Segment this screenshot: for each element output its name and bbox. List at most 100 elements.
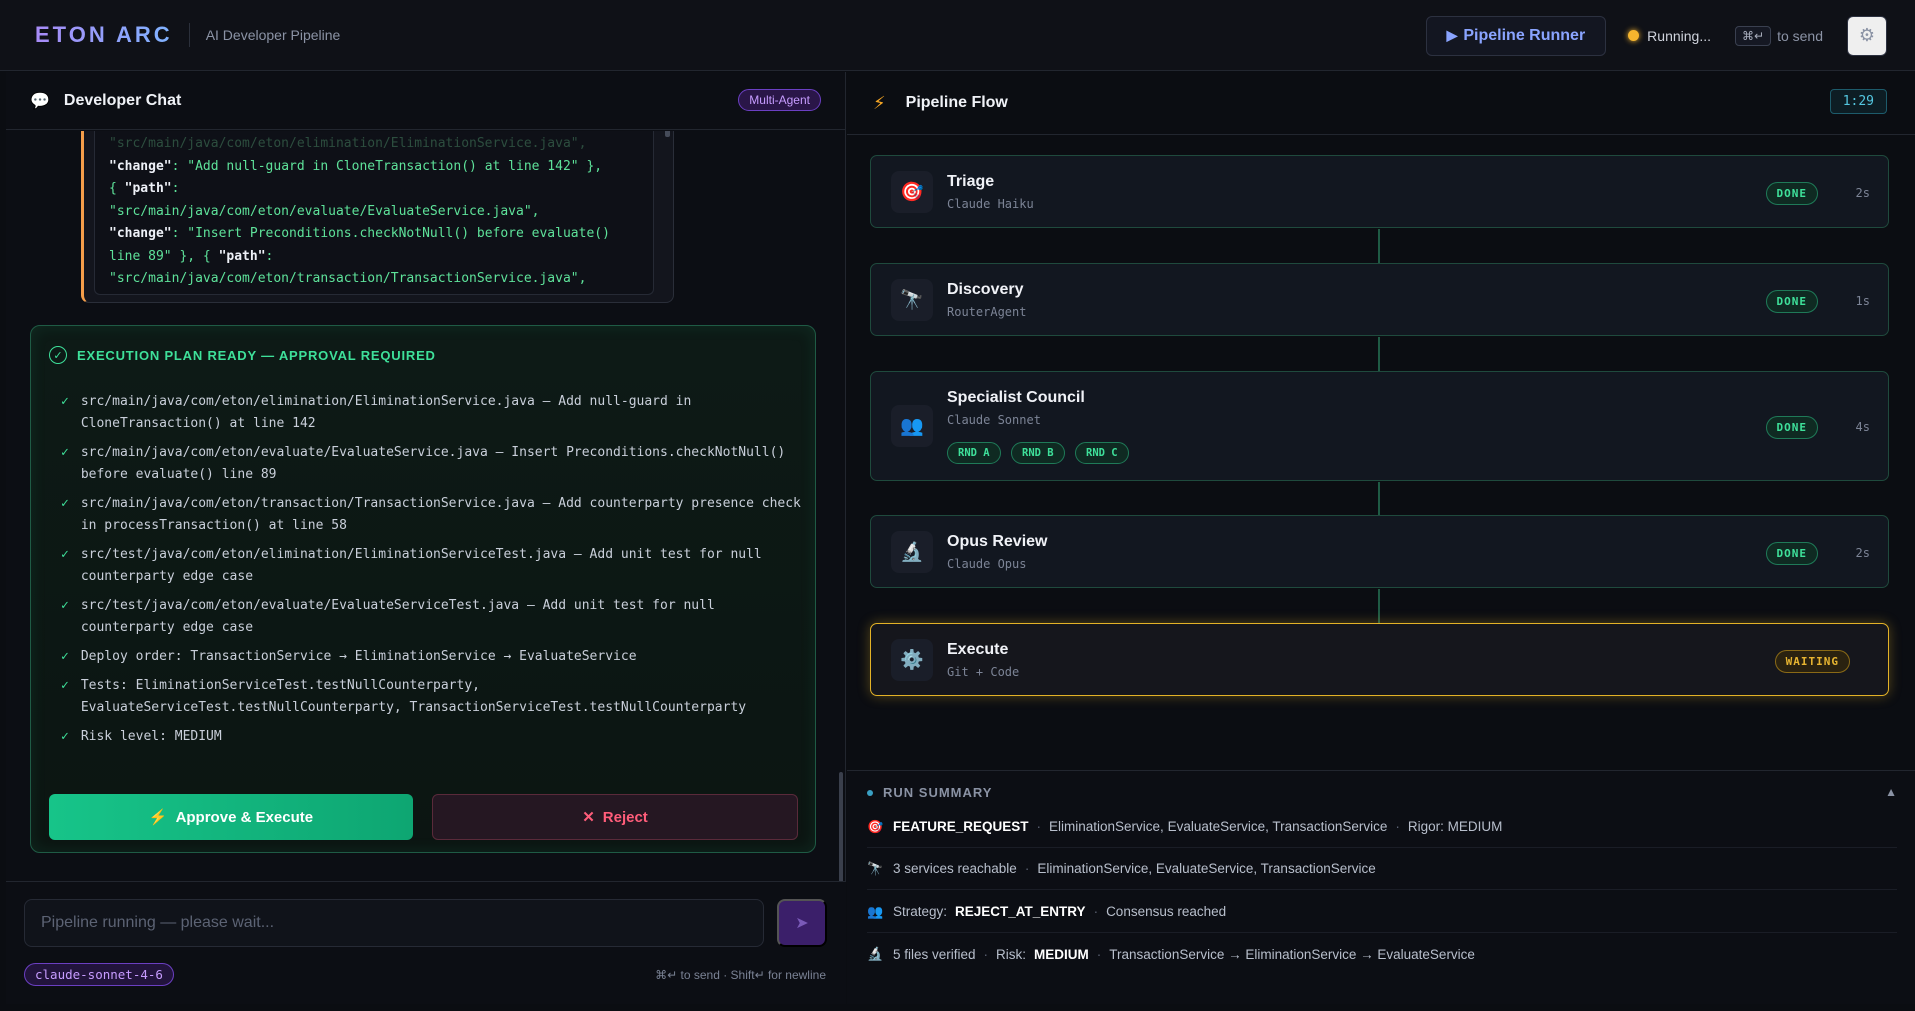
code-block[interactable]: "src/main/java/com/eton/elimination/Elim… [94,131,654,295]
pipeline-flow-panel: ⚡ Pipeline Flow 1:29 🎯 Triage Claude Haiku… [847,72,1915,1004]
plan-item: ✓ src/test/java/com/eton/elimination/Elim… [61,544,801,588]
run-summary: RUN SUMMARY ▲ 🎯 FEATURE_REQUEST · Eliminati… [847,770,1915,1004]
stage-model: Git + Code [947,665,1020,679]
brand-subtitle: AI Developer Pipeline [205,27,341,43]
plan-item: ✓ src/main/java/com/eton/transaction/Tran… [61,493,801,537]
brand-divider [188,23,190,47]
summary-highlight: FEATURE_REQUEST [893,819,1029,834]
plan-items: ✓ src/main/java/com/eton/elimination/Elim… [61,391,801,755]
shortcut-key: ⌘↵ [1735,25,1772,46]
target-icon: 🎯 [891,171,933,213]
code-message-card: "src/main/java/com/eton/elimination/Elim… [81,131,674,303]
multi-agent-badge: Multi-Agent [738,89,821,111]
status-dot-icon [1628,30,1640,41]
collapse-caret-icon[interactable]: ▲ [1885,785,1897,799]
separator: · [1093,904,1099,919]
check-icon: ✓ [61,649,69,664]
check-icon: ✓ [61,394,69,409]
people-icon: 👥 [867,903,884,919]
plan-item-text: src/main/java/com/eton/transaction/Trans… [80,496,801,533]
plan-item-text: Deploy order: TransactionService → Elimi… [80,649,637,664]
check-icon: ✓ [61,547,69,562]
play-icon: ▶ [1446,27,1458,43]
telescope-icon: 🔭 [891,279,933,321]
stage-name: Triage [947,173,995,190]
settings-button[interactable]: ⚙ [1847,15,1887,56]
model-badge[interactable]: claude-sonnet-4-6 [24,963,174,986]
stage-execute[interactable]: ⚙️ Execute Git + Code WAITING [870,623,1889,696]
close-icon: ✕ [582,809,595,826]
check-circle-icon: ✓ [49,346,67,364]
bolt-icon: ⚡ [148,809,168,826]
top-actions: ▶ Pipeline Runner Running... ⌘↵ to send … [1425,0,1915,71]
code-line: "change": "Insert Preconditions.checkNot… [109,226,610,241]
code-scrollbar[interactable] [665,131,670,137]
plan-header: ✓ EXECUTION PLAN READY — APPROVAL REQUIR… [49,346,436,364]
microscope-icon: 🔬 [891,531,933,573]
summary-header[interactable]: RUN SUMMARY [867,785,992,800]
stage-model: RouterAgent [947,305,1027,319]
chat-scrollbar[interactable] [839,772,843,887]
summary-highlight: REJECT_AT_ENTRY [955,904,1086,919]
plan-item: ✓ src/main/java/com/eton/elimination/Elim… [61,391,801,435]
stage-connector [1378,337,1380,371]
stage-specialist-council[interactable]: 👥 Specialist Council Claude Sonnet RND A RND… [870,371,1889,481]
check-icon: ✓ [61,598,69,613]
stage-name: Specialist Council [947,389,1085,406]
summary-title: RUN SUMMARY [883,785,993,800]
separator: · [1036,819,1042,834]
stage-duration: 2s [1855,186,1870,200]
check-icon: ✓ [61,729,69,744]
check-icon: ✓ [61,496,69,511]
plan-item: ✓ Risk level: MEDIUM [61,726,801,748]
plan-item: ✓ src/main/java/com/eton/evaluate/Evaluat… [61,442,801,486]
round-badge[interactable]: RND C [1075,442,1129,464]
round-badge[interactable]: RND B [1011,442,1065,464]
run-status: Running... [1628,28,1711,44]
stage-name: Opus Review [947,533,1048,550]
stage-duration: 1s [1855,294,1870,308]
stage-model: Claude Sonnet [947,413,1041,427]
plan-item: ✓ Tests: EliminationServiceTest.testNullC… [61,675,801,719]
chat-messages[interactable]: "src/main/java/com/eton/elimination/Elim… [6,131,846,881]
stage-triage[interactable]: 🎯 Triage Claude Haiku DONE 2s [870,155,1889,228]
summary-dot-icon [867,789,873,796]
send-shortcut-hint: ⌘↵ to send [1735,25,1823,46]
target-icon: 🎯 [867,818,884,834]
summary-part: Rigor: MEDIUM [1407,819,1503,834]
send-icon: ➤ [795,915,809,932]
plan-item-text: src/main/java/com/eton/elimination/Elimi… [80,394,692,431]
summary-mid: Risk: [996,946,1027,962]
status-badge: DONE [1765,542,1818,565]
check-icon: ✓ [61,678,69,693]
stage-connector [1378,589,1380,623]
summary-row: 👥 Strategy: REJECT_AT_ENTRY · Consensus reac… [867,891,1897,933]
composer-hint: ⌘↵ to send · Shift↵ for newline [655,968,826,982]
reject-button[interactable]: ✕ Reject [432,794,798,840]
status-badge: DONE [1765,290,1818,313]
top-bar: ETON ARC AI Developer Pipeline ▶ Pipelin… [0,0,1915,71]
stage-connector [1378,482,1380,515]
summary-part: EliminationService, EvaluateService, Tra… [1049,819,1388,834]
approve-label: Approve & Execute [175,808,314,826]
pipeline-runner-label: Pipeline Runner [1463,26,1586,44]
flow-header: ⚡ Pipeline Flow 1:29 [847,72,1915,135]
plan-title: EXECUTION PLAN READY — APPROVAL REQUIRED [77,347,436,363]
summary-part: TransactionService → EliminationService … [1109,946,1475,962]
settings-icon: ⚙ [1858,25,1876,45]
status-badge: WAITING [1774,650,1850,673]
plan-item: ✓ Deploy order: TransactionService → Elim… [61,646,801,668]
chat-input[interactable]: Pipeline running — please wait... [24,899,764,947]
bolt-icon: ⚡ [873,92,886,113]
stage-opus-review[interactable]: 🔬 Opus Review Claude Opus DONE 2s [870,515,1889,588]
pipeline-runner-button[interactable]: ▶ Pipeline Runner [1425,15,1607,56]
round-badge[interactable]: RND A [947,442,1001,464]
send-button[interactable]: ➤ [777,899,827,947]
separator: · [1395,819,1400,834]
code-line: "change": "Add null-guard in CloneTransa… [109,158,603,174]
microscope-icon: 🔬 [867,946,884,961]
flow-title: Pipeline Flow [905,94,1008,111]
approve-execute-button[interactable]: ⚡ Approve & Execute [49,794,413,840]
stage-discovery[interactable]: 🔭 Discovery RouterAgent DONE 1s [870,263,1889,336]
code-line: "src/main/java/com/eton/transaction/Tran… [109,271,587,286]
